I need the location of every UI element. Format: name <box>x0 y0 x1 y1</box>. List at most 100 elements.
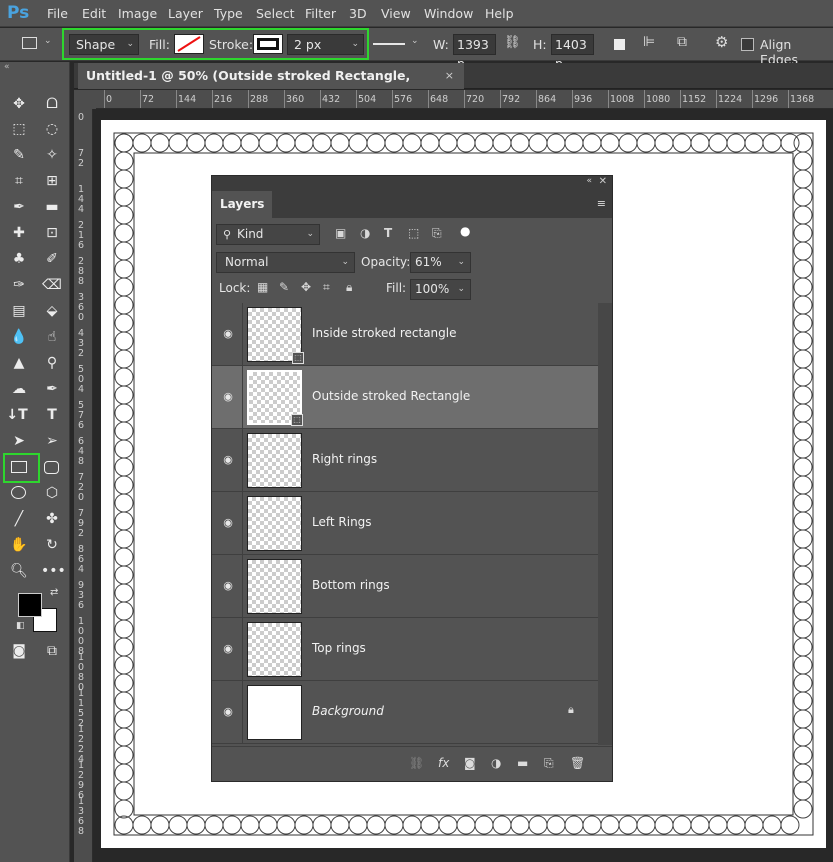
lock-all-icon[interactable]: 🔒︎ <box>346 280 352 295</box>
eraser-icon[interactable]: ⌫ <box>41 275 63 295</box>
blur-tool-icon[interactable]: 💧 <box>8 327 30 347</box>
magic-wand-icon[interactable]: ✧ <box>41 145 63 165</box>
height-input[interactable]: 1403 p <box>551 34 594 71</box>
path-selection-icon[interactable]: ➤ <box>8 431 30 451</box>
stroke-type-chevron-icon[interactable]: ⌄ <box>411 36 419 46</box>
filter-shape-icon[interactable]: ⬚ <box>408 226 419 240</box>
layer-thumbnail[interactable] <box>247 433 302 488</box>
layers-scrollbar[interactable] <box>598 303 612 745</box>
brush-tool-icon[interactable]: ✐ <box>41 249 63 269</box>
path-operations-icon[interactable] <box>614 39 625 50</box>
layer-thumbnail[interactable] <box>247 496 302 551</box>
rectangle-tool-icon[interactable] <box>11 461 27 473</box>
adjustment-layer-icon[interactable]: ◑ <box>491 756 501 770</box>
eye-icon[interactable]: ◉ <box>220 453 236 467</box>
gear-icon[interactable]: ⚙ <box>715 33 728 51</box>
gradient-tool-icon[interactable]: ▤ <box>8 301 30 321</box>
layer-row[interactable]: ◉ Top rings <box>212 618 598 681</box>
rounded-rectangle-icon[interactable] <box>44 461 59 474</box>
eye-icon[interactable]: ◉ <box>220 705 236 719</box>
stroke-type-line[interactable] <box>373 43 405 45</box>
rotate-view-icon[interactable]: ↻ <box>41 535 63 555</box>
eye-icon[interactable]: ◉ <box>220 579 236 593</box>
eye-icon[interactable]: ◉ <box>220 516 236 530</box>
fill-input[interactable]: 100% ⌄ <box>410 279 471 300</box>
align-edges-checkbox[interactable] <box>741 38 754 51</box>
menu-3d[interactable]: 3D <box>349 6 367 21</box>
menu-help[interactable]: Help <box>485 6 514 21</box>
eyedropper-icon[interactable]: ✒ <box>8 197 30 217</box>
smudge-tool-icon[interactable]: ☝ <box>41 327 63 347</box>
healing-brush-icon[interactable]: ✚ <box>8 223 30 243</box>
path-alignment-icon[interactable]: ⊫ <box>643 34 655 50</box>
layer-thumbnail[interactable] <box>247 622 302 677</box>
menu-edit[interactable]: Edit <box>82 6 106 21</box>
rectangle-tool-preset-icon[interactable] <box>22 37 37 49</box>
new-group-icon[interactable]: ▬ <box>517 756 528 770</box>
menu-type[interactable]: Type <box>214 6 243 21</box>
layer-row[interactable]: ◉ Left Rings <box>212 492 598 555</box>
collapse-toolbox-icon[interactable]: « <box>4 62 10 72</box>
new-layer-icon[interactable]: ⎘ <box>544 756 554 771</box>
collapse-panel-icon[interactable]: « <box>586 176 592 186</box>
lasso-tool-icon[interactable]: ᗝ <box>41 94 63 114</box>
polygon-tool-icon[interactable]: ⬡ <box>41 483 63 503</box>
layer-row[interactable]: ◉ ⬚ Outside stroked Rectangle <box>212 366 598 429</box>
dodge-tool-icon[interactable]: ⚲ <box>41 353 63 373</box>
add-mask-icon[interactable]: ◙ <box>464 756 476 770</box>
direct-selection-icon[interactable]: ➢ <box>41 431 63 451</box>
eye-icon[interactable]: ◉ <box>220 642 236 656</box>
type-tool-icon[interactable]: T <box>41 405 63 425</box>
perspective-crop-icon[interactable]: ⊞ <box>41 171 63 191</box>
path-arrangement-icon[interactable]: ⧉ <box>677 34 687 50</box>
layer-thumbnail[interactable]: ⬚ <box>247 370 303 426</box>
lock-position-icon[interactable]: ✥ <box>301 280 311 294</box>
menu-filter[interactable]: Filter <box>305 6 336 21</box>
patch-tool-icon[interactable]: ⊡ <box>41 223 63 243</box>
default-colors-icon[interactable]: ◧ <box>16 621 25 631</box>
more-tools-icon[interactable]: ••• <box>41 561 66 581</box>
filter-type-icon[interactable]: T <box>384 226 392 240</box>
line-tool-icon[interactable]: ╱ <box>8 509 30 529</box>
ruler-tool-icon[interactable]: ▬ <box>41 197 63 217</box>
history-brush-icon[interactable]: ✑ <box>8 275 30 295</box>
document-tab[interactable]: Untitled-1 @ 50% (Outside stroked Rectan… <box>78 63 464 109</box>
opacity-input[interactable]: 61% ⌄ <box>410 252 471 273</box>
sponge-tool-icon[interactable]: ☁ <box>8 379 30 399</box>
hand-tool-icon[interactable]: ✋ <box>8 535 30 555</box>
rectangular-marquee-icon[interactable]: ⬚ <box>8 119 30 139</box>
lock-artboard-icon[interactable]: ⌗ <box>323 280 330 295</box>
zoom-tool-icon[interactable]: 🔍︎ <box>8 561 30 581</box>
eye-icon[interactable]: ◉ <box>220 390 236 404</box>
link-icon[interactable]: ⛓ <box>504 35 521 50</box>
menu-window[interactable]: Window <box>424 6 473 21</box>
width-input[interactable]: 1393 p <box>453 34 496 71</box>
sharpen-tool-icon[interactable]: ▲ <box>8 353 30 373</box>
layer-row[interactable]: ◉ Right rings <box>212 429 598 492</box>
quick-mask-icon[interactable]: ◙ <box>8 641 30 661</box>
tab-layers[interactable]: Layers <box>212 191 273 218</box>
chevron-down-icon[interactable]: ⌄ <box>44 36 52 46</box>
layer-thumbnail[interactable] <box>247 559 302 614</box>
paint-bucket-icon[interactable]: ⬙ <box>41 301 63 321</box>
lock-transparent-icon[interactable]: ▦ <box>257 280 268 294</box>
quick-selection-icon[interactable]: ✎ <box>8 145 30 165</box>
filter-adjustment-icon[interactable]: ◑ <box>360 226 370 240</box>
layer-row[interactable]: ◉ ⬚ Inside stroked rectangle <box>212 303 598 366</box>
filter-kind-select[interactable]: ⚲ Kind ⌄ <box>216 224 320 245</box>
close-icon[interactable]: × <box>445 63 454 89</box>
menu-view[interactable]: View <box>381 6 411 21</box>
crop-tool-icon[interactable]: ⌗ <box>8 171 30 191</box>
move-tool-icon[interactable]: ✥ <box>8 94 30 114</box>
lock-pixels-icon[interactable]: ✎ <box>279 280 289 294</box>
filter-smart-object-icon[interactable]: ⎘ <box>432 226 442 241</box>
swap-colors-icon[interactable]: ⇄ <box>50 587 58 598</box>
filter-toggle-icon[interactable]: ● <box>460 224 470 238</box>
menu-image[interactable]: Image <box>118 6 157 21</box>
clone-stamp-icon[interactable]: ♣ <box>8 249 30 269</box>
menu-file[interactable]: File <box>47 6 68 21</box>
trash-icon[interactable]: 🗑︎ <box>570 756 585 770</box>
ellipse-tool-icon[interactable] <box>11 486 26 499</box>
blend-mode-select[interactable]: Normal ⌄ <box>216 252 355 273</box>
layer-style-icon[interactable]: fx <box>438 756 449 770</box>
